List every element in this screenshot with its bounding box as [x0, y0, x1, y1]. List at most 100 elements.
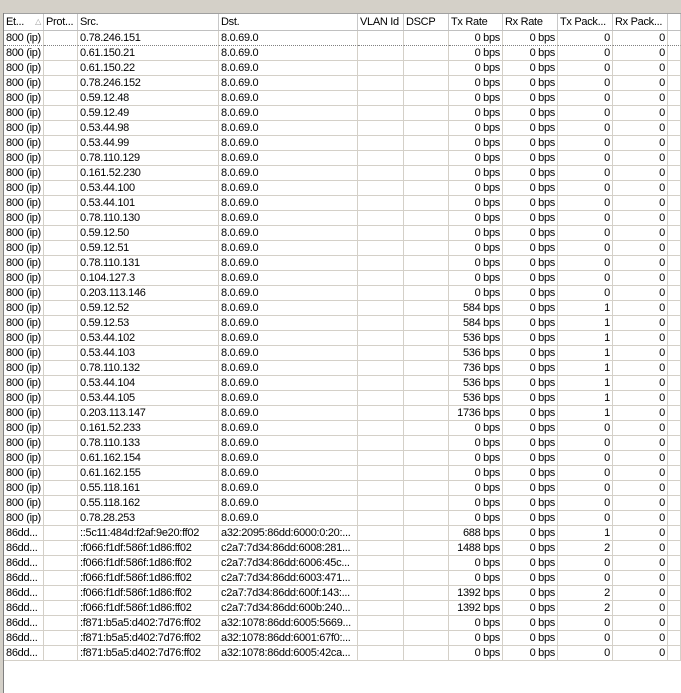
cell-filler — [668, 76, 681, 91]
cell-ether-type: 800 (ip) — [4, 406, 44, 421]
table-row[interactable]: 800 (ip) 0.78.110.130 8.0.69.0 0 bps 0 bps 0 0 — [4, 211, 681, 226]
table-row[interactable]: 800 (ip) 0.59.12.48 8.0.69.0 0 bps 0 bps 0 0 — [4, 91, 681, 106]
cell-filler — [668, 391, 681, 406]
cell-dscp — [404, 376, 449, 391]
table-row[interactable]: 86dd...:f066:f1df:586f:1d86:ff02 c2a7:7d3… — [4, 556, 681, 571]
table-row[interactable]: 800 (ip) 0.53.44.103 8.0.69.0 536 bps 0 bps 1… — [4, 346, 681, 361]
cell-filler — [668, 31, 681, 46]
cell-protocol — [44, 211, 78, 226]
cell-src: 0.61.150.22 — [78, 61, 219, 76]
table-row[interactable]: 86dd...:f871:b5a5:d402:7d76:ff02 a32:1078… — [4, 646, 681, 661]
cell-rx-packets: 0 — [613, 436, 668, 451]
cell-tx-packets: 0 — [558, 181, 613, 196]
cell-dscp — [404, 526, 449, 541]
sort-ascending-icon: △ — [35, 17, 41, 26]
cell-tx-rate: 0 bps — [449, 511, 503, 526]
cell-protocol — [44, 121, 78, 136]
table-row[interactable]: 800 (ip) 0.59.12.51 8.0.69.0 0 bps 0 bps 0 0 — [4, 241, 681, 256]
cell-tx-rate: 0 bps — [449, 196, 503, 211]
cell-protocol — [44, 286, 78, 301]
table-row[interactable]: 800 (ip) 0.78.110.131 8.0.69.0 0 bps 0 bps 0 0 — [4, 256, 681, 271]
table-row[interactable]: 800 (ip) 0.104.127.3 8.0.69.0 0 bps 0 bps 0 0 — [4, 271, 681, 286]
column-header-tx-rate[interactable]: Tx Rate — [449, 14, 503, 30]
column-header-dscp[interactable]: DSCP — [404, 14, 449, 30]
cell-protocol — [44, 556, 78, 571]
cell-dscp — [404, 61, 449, 76]
column-header-protocol[interactable]: Prot... — [44, 14, 78, 30]
cell-ether-type: 800 (ip) — [4, 331, 44, 346]
table-row[interactable]: 800 (ip) 0.59.12.53 8.0.69.0 584 bps 0 bps 1 0 — [4, 316, 681, 331]
table-row[interactable]: 800 (ip) 0.78.110.132 8.0.69.0 736 bps 0 bps… — [4, 361, 681, 376]
cell-rx-rate: 0 bps — [503, 451, 558, 466]
cell-rx-rate: 0 bps — [503, 181, 558, 196]
traffic-table: Et... △ Prot... Src. Dst. VLAN Id DSCP Tx Rate R… — [4, 14, 681, 661]
table-row[interactable]: 86dd...:f066:f1df:586f:1d86:ff02 c2a7:7d3… — [4, 601, 681, 616]
table-row[interactable]: 800 (ip) 0.61.150.22 8.0.69.0 0 bps 0 bps 0 0 — [4, 61, 681, 76]
cell-rx-rate: 0 bps — [503, 241, 558, 256]
cell-dscp — [404, 556, 449, 571]
cell-tx-rate: 536 bps — [449, 331, 503, 346]
table-row[interactable]: 86dd...:f871:b5a5:d402:7d76:ff02 a32:1078… — [4, 616, 681, 631]
table-row[interactable]: 800 (ip) 0.59.12.50 8.0.69.0 0 bps 0 bps 0 0 — [4, 226, 681, 241]
cell-rx-packets: 0 — [613, 511, 668, 526]
table-row[interactable]: 800 (ip) 0.78.28.253 8.0.69.0 0 bps 0 bps 0 0 — [4, 511, 681, 526]
column-header-label: VLAN Id — [360, 16, 399, 28]
column-header-tx-packets[interactable]: Tx Pack... — [558, 14, 613, 30]
table-row[interactable]: 800 (ip) 0.61.162.155 8.0.69.0 0 bps 0 bps 0 0 — [4, 466, 681, 481]
cell-rx-rate: 0 bps — [503, 121, 558, 136]
table-row[interactable]: 800 (ip) 0.53.44.99 8.0.69.0 0 bps 0 bps 0 0 — [4, 136, 681, 151]
table-row[interactable]: 800 (ip) 0.53.44.100 8.0.69.0 0 bps 0 bps 0 0 — [4, 181, 681, 196]
table-row[interactable]: 86dd...:f066:f1df:586f:1d86:ff02 c2a7:7d3… — [4, 571, 681, 586]
table-row[interactable]: 800 (ip) 0.55.118.162 8.0.69.0 0 bps 0 bps 0 0 — [4, 496, 681, 511]
table-row[interactable]: 800 (ip) 0.203.113.146 8.0.69.0 0 bps 0 bps 0… — [4, 286, 681, 301]
cell-tx-rate: 0 bps — [449, 421, 503, 436]
table-row[interactable]: 800 (ip) 0.55.118.161 8.0.69.0 0 bps 0 bps 0 0 — [4, 481, 681, 496]
cell-tx-packets: 2 — [558, 601, 613, 616]
cell-ether-type: 800 (ip) — [4, 286, 44, 301]
column-header-ether-type[interactable]: Et... △ — [4, 14, 44, 30]
table-row[interactable]: 800 (ip) 0.53.44.104 8.0.69.0 536 bps 0 bps 1… — [4, 376, 681, 391]
table-row[interactable]: 800 (ip) 0.53.44.101 8.0.69.0 0 bps 0 bps 0 0 — [4, 196, 681, 211]
cell-src: :f871:b5a5:d402:7d76:ff02 — [78, 646, 219, 661]
cell-src: 0.53.44.98 — [78, 121, 219, 136]
table-row[interactable]: 800 (ip) 0.61.150.21 8.0.69.0 0 bps 0 bps 0 0 — [4, 46, 681, 61]
cell-tx-packets: 1 — [558, 331, 613, 346]
cell-ether-type: 800 (ip) — [4, 121, 44, 136]
table-row[interactable]: 800 (ip) 0.161.52.233 8.0.69.0 0 bps 0 bps 0 0 — [4, 421, 681, 436]
table-row[interactable]: 86dd...:f871:b5a5:d402:7d76:ff02 a32:1078… — [4, 631, 681, 646]
cell-dst: 8.0.69.0 — [219, 121, 358, 136]
cell-filler — [668, 571, 681, 586]
table-row[interactable]: 800 (ip) 0.59.12.49 8.0.69.0 0 bps 0 bps 0 0 — [4, 106, 681, 121]
column-header-rx-rate[interactable]: Rx Rate — [503, 14, 558, 30]
table-row[interactable]: 800 (ip) 0.53.44.105 8.0.69.0 536 bps 0 bps 1… — [4, 391, 681, 406]
column-header-dst[interactable]: Dst. — [219, 14, 358, 30]
cell-rx-rate: 0 bps — [503, 376, 558, 391]
table-row[interactable]: 800 (ip) 0.78.110.133 8.0.69.0 0 bps 0 bps 0 0 — [4, 436, 681, 451]
table-row[interactable]: 800 (ip) 0.59.12.52 8.0.69.0 584 bps 0 bps 1 0 — [4, 301, 681, 316]
table-row[interactable]: 800 (ip) 0.78.246.151 8.0.69.0 0 bps 0 bps 0 0 — [4, 31, 681, 46]
table-row[interactable]: 800 (ip) 0.203.113.147 8.0.69.0 1736 bps 0 b… — [4, 406, 681, 421]
column-header-label: Prot... — [46, 16, 74, 28]
cell-rx-packets: 0 — [613, 646, 668, 661]
table-row[interactable]: 800 (ip) 0.53.44.102 8.0.69.0 536 bps 0 bps 1… — [4, 331, 681, 346]
cell-filler — [668, 361, 681, 376]
column-header-src[interactable]: Src. — [78, 14, 219, 30]
table-row[interactable]: 86dd...:f066:f1df:586f:1d86:ff02 c2a7:7d3… — [4, 541, 681, 556]
cell-rx-rate: 0 bps — [503, 436, 558, 451]
cell-dst: 8.0.69.0 — [219, 406, 358, 421]
table-row[interactable]: 800 (ip) 0.78.246.152 8.0.69.0 0 bps 0 bps 0 0 — [4, 76, 681, 91]
table-row[interactable]: 800 (ip) 0.78.110.129 8.0.69.0 0 bps 0 bps 0 0 — [4, 151, 681, 166]
cell-rx-rate: 0 bps — [503, 616, 558, 631]
column-header-vlan-id[interactable]: VLAN Id — [358, 14, 404, 30]
table-row[interactable]: 800 (ip) 0.61.162.154 8.0.69.0 0 bps 0 bps 0 0 — [4, 451, 681, 466]
cell-protocol — [44, 331, 78, 346]
cell-src: 0.59.12.50 — [78, 226, 219, 241]
table-row[interactable]: 800 (ip) 0.53.44.98 8.0.69.0 0 bps 0 bps 0 0 — [4, 121, 681, 136]
table-row[interactable]: 86dd...:f066:f1df:586f:1d86:ff02 c2a7:7d3… — [4, 586, 681, 601]
table-row[interactable]: 86dd...::5c11:484d:f2af:9e20:ff02 a32:209… — [4, 526, 681, 541]
table-row[interactable]: 800 (ip) 0.161.52.230 8.0.69.0 0 bps 0 bps 0 0 — [4, 166, 681, 181]
cell-tx-rate: 0 bps — [449, 466, 503, 481]
column-header-rx-packets[interactable]: Rx Pack... — [613, 14, 668, 30]
cell-tx-rate: 0 bps — [449, 286, 503, 301]
cell-ether-type: 800 (ip) — [4, 391, 44, 406]
